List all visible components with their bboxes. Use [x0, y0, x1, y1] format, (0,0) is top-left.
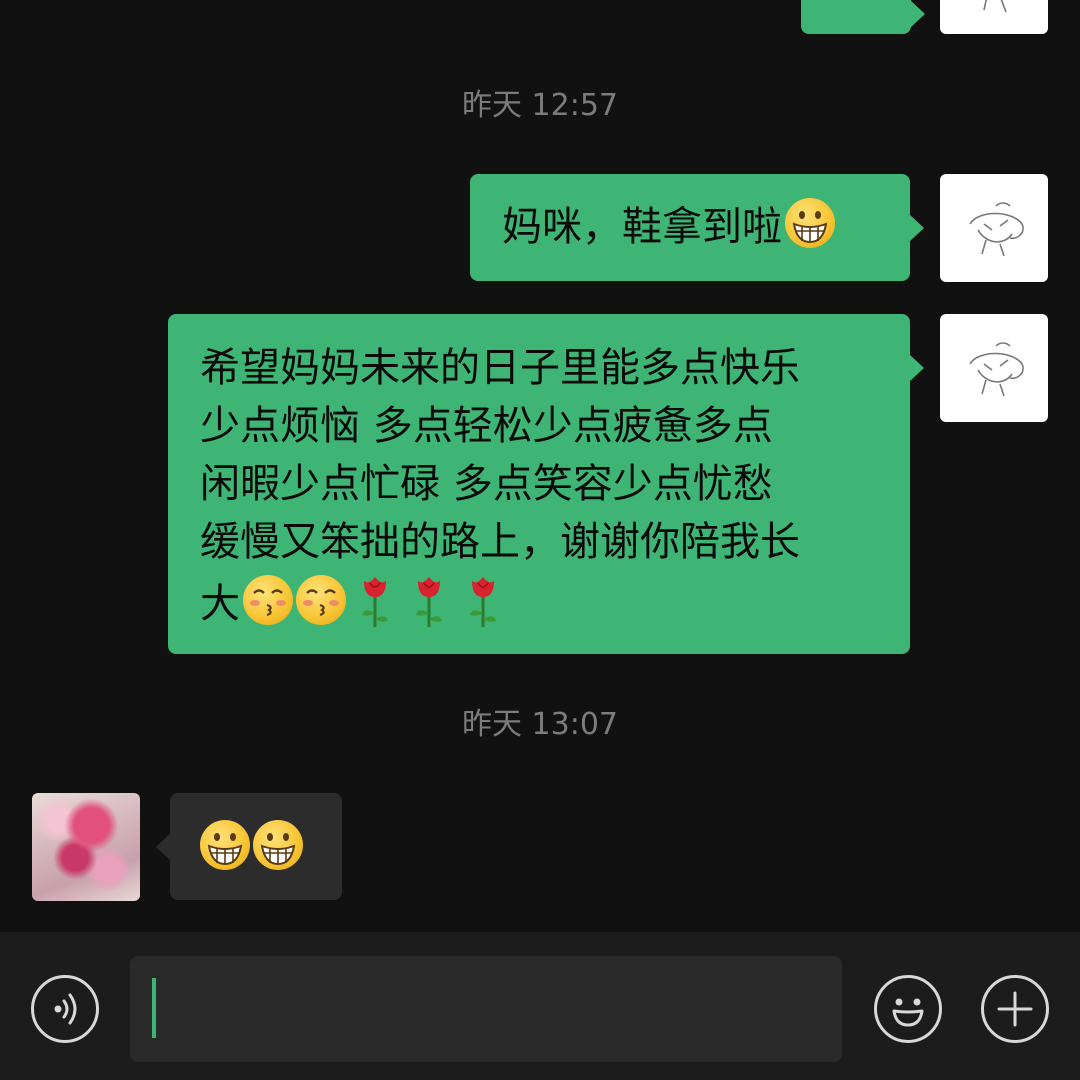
input-bar [0, 932, 1080, 1080]
rose-icon [404, 571, 454, 629]
message-bubble[interactable]: 希望妈妈未来的日子里能多点快乐 少点烦恼 多点轻松少点疲惫多点 闲暇少点忙碌 多… [168, 314, 924, 654]
text-cursor [152, 978, 156, 1038]
kissing-face-icon [243, 575, 293, 625]
rose-icon [350, 571, 400, 629]
self-avatar[interactable] [940, 314, 1048, 422]
emoji-button[interactable] [874, 975, 942, 1043]
message-bubble[interactable]: 妈咪，鞋拿到啦 [470, 174, 924, 281]
kissing-face-icon [296, 575, 346, 625]
chat-area[interactable]: 昨天 12:57 妈咪，鞋拿到啦 希望妈妈未来的日子里能多点快乐 少点烦恼 多点… [0, 0, 1080, 932]
message-bubble[interactable] [156, 793, 342, 900]
timestamp: 昨天 13:07 [462, 707, 618, 742]
self-avatar[interactable] [940, 0, 1048, 34]
self-avatar[interactable] [940, 174, 1048, 282]
rose-icon [458, 571, 508, 629]
voice-icon [54, 993, 77, 1025]
plus-icon [997, 991, 1033, 1027]
message-input[interactable] [130, 956, 842, 1062]
emoji-icon [892, 998, 924, 1027]
grinning-face-icon [785, 198, 835, 248]
message-text: 妈咪，鞋拿到啦 [502, 204, 782, 250]
grinning-face-icon [253, 820, 303, 870]
previous-message-bubble[interactable] [801, 0, 925, 34]
timestamp: 昨天 12:57 [462, 88, 618, 123]
grinning-face-icon [200, 820, 250, 870]
add-button[interactable] [981, 975, 1049, 1043]
contact-avatar[interactable] [32, 793, 140, 901]
voice-button[interactable] [31, 975, 99, 1043]
